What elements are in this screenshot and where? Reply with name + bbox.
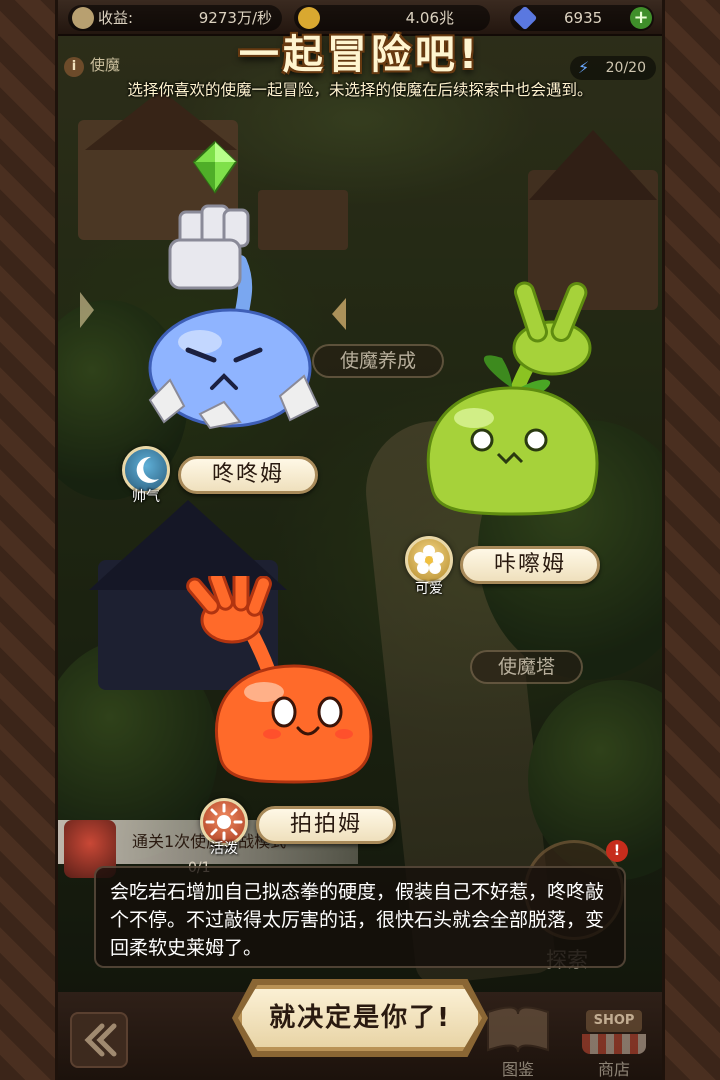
sun-icon: [205, 803, 243, 841]
familiar-name-kachamu[interactable]: 咔嚓姆: [460, 546, 600, 584]
frame-left: [0, 0, 58, 1080]
notification-badge-icon: !: [606, 840, 628, 862]
shop-sign-icon: SHOP: [586, 1010, 642, 1032]
double-chevron-left-icon: [84, 1023, 117, 1057]
codex-button[interactable]: 图鉴: [482, 1000, 554, 1079]
shop-awning-icon: [582, 1034, 646, 1054]
frame-right: [662, 0, 720, 1080]
scroll-left-icon: [80, 292, 94, 328]
familiar-paipaimu[interactable]: [184, 576, 384, 786]
familiar-description: 会吃岩石增加自己拟态拳的硬度，假装自己不好惹，咚咚敲个不停。不过敲得太厉害的话，…: [94, 866, 626, 968]
moon-icon: [136, 456, 159, 483]
back-button[interactable]: [70, 1012, 128, 1068]
flower-icon: [414, 545, 444, 574]
trait-cute-icon: [405, 536, 453, 584]
trait-label-cool: 帅气: [132, 489, 160, 505]
familiar-tower-label: 使魔塔: [470, 650, 584, 684]
book-icon: [487, 1006, 549, 1053]
familiar-dongdongmu[interactable]: [140, 200, 330, 430]
familiar-name-dongdongmu[interactable]: 咚咚姆: [178, 456, 318, 494]
trait-label-lively: 活泼: [210, 841, 238, 857]
selected-indicator-gem-icon: [192, 140, 238, 194]
overlay-title: 一起冒险吧!: [238, 32, 482, 78]
familiar-name-paipaimu[interactable]: 拍拍姆: [256, 806, 396, 844]
overlay-subtitle: 选择你喜欢的使魔一起冒险，未选择的使魔在后续探索中也会遇到。: [127, 81, 593, 99]
codex-label: 图鉴: [501, 1060, 534, 1079]
chevron-left-icon: [332, 298, 346, 330]
familiar-kachamu[interactable]: [412, 278, 612, 528]
shop-button[interactable]: SHOP 商店: [576, 1000, 652, 1079]
shop-label: 商店: [597, 1060, 630, 1079]
confirm-button[interactable]: 就决定是你了!: [238, 985, 482, 1051]
trait-label-cute: 可爱: [415, 581, 443, 597]
